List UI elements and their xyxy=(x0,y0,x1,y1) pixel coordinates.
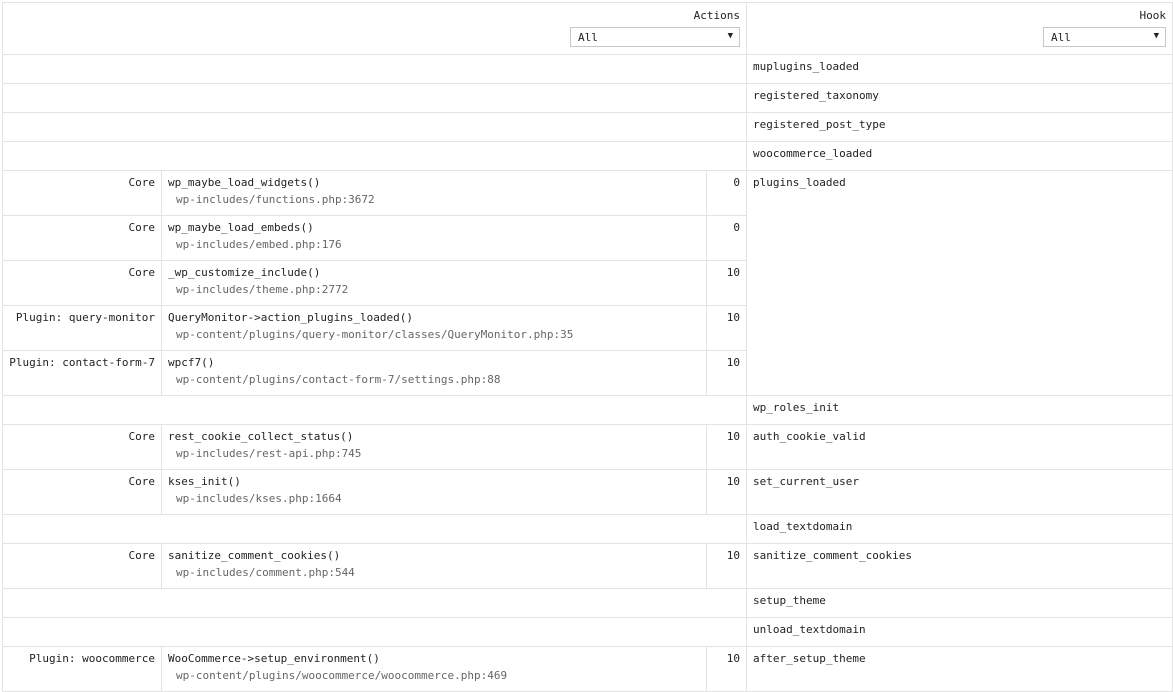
table-row: unload_textdomain xyxy=(1,617,1173,647)
callback-file-link[interactable]: wp-content/plugins/woocommerce/woocommer… xyxy=(168,669,706,682)
callback-file-link[interactable]: wp-content/plugins/contact-form-7/settin… xyxy=(168,373,706,386)
table-row: setup_theme xyxy=(1,588,1173,618)
callback-file-link[interactable]: wp-includes/comment.php:544 xyxy=(168,566,706,579)
table-row: muplugins_loaded xyxy=(1,54,1173,84)
hook-name: sanitize_comment_cookies xyxy=(746,543,1173,589)
callback-cell: QueryMonitor->action_plugins_loaded() wp… xyxy=(161,305,707,351)
callback-name: wp_maybe_load_widgets() xyxy=(168,176,321,189)
hook-name: wp_roles_init xyxy=(746,395,1173,425)
priority-value: 10 xyxy=(705,646,748,692)
callback-name: kses_init() xyxy=(168,475,241,488)
table-row: Core wp_maybe_load_widgets() wp-includes… xyxy=(2,170,1173,396)
component-label: Plugin: woocommerce xyxy=(2,646,162,692)
hook-name: woocommerce_loaded xyxy=(746,141,1173,171)
component-label: Core xyxy=(2,543,162,589)
priority-value: 0 xyxy=(705,215,748,261)
component-label: Core xyxy=(2,260,162,306)
actions-filter-value: All xyxy=(578,31,598,44)
callback-name: wpcf7() xyxy=(168,356,215,369)
hook-name: unload_textdomain xyxy=(746,617,1173,647)
table-row: woocommerce_loaded xyxy=(1,141,1173,171)
component-label: Plugin: contact-form-7 xyxy=(2,350,162,396)
callback-file-link[interactable]: wp-content/plugins/query-monitor/classes… xyxy=(168,328,706,341)
priority-value: 10 xyxy=(705,260,748,306)
hook-name: plugins_loaded xyxy=(746,170,1173,396)
component-label: Core xyxy=(2,424,162,470)
actions-header-label: Actions xyxy=(693,9,741,22)
hooks-table: Actions All ▼ Hook All ▼ muplugins_loade… xyxy=(1,2,1173,692)
callback-name: wp_maybe_load_embeds() xyxy=(168,221,314,234)
priority-value: 10 xyxy=(705,543,748,589)
callback-cell: rest_cookie_collect_status() wp-includes… xyxy=(161,424,707,470)
hook-name: auth_cookie_valid xyxy=(746,424,1173,470)
table-row: wp_roles_init xyxy=(1,395,1173,425)
callback-file-link[interactable]: wp-includes/kses.php:1664 xyxy=(168,492,706,505)
priority-value: 10 xyxy=(705,469,748,515)
component-label: Core xyxy=(2,215,162,261)
hook-name: after_setup_theme xyxy=(746,646,1173,692)
actions-filter-select[interactable]: All ▼ xyxy=(570,27,741,47)
callback-cell: _wp_customize_include() wp-includes/them… xyxy=(161,260,707,306)
callback-name: QueryMonitor->action_plugins_loaded() xyxy=(168,311,414,324)
hook-name: registered_taxonomy xyxy=(746,83,1173,113)
callback-cell: kses_init() wp-includes/kses.php:1664 xyxy=(161,469,707,515)
hook-name: load_textdomain xyxy=(746,514,1173,544)
callback-name: _wp_customize_include() xyxy=(168,266,321,279)
callback-file-link[interactable]: wp-includes/rest-api.php:745 xyxy=(168,447,706,460)
component-label: Core xyxy=(2,170,162,216)
hook-name: registered_post_type xyxy=(746,112,1173,142)
callback-cell: wp_maybe_load_widgets() wp-includes/func… xyxy=(161,170,707,216)
chevron-down-icon: ▼ xyxy=(1153,31,1160,41)
table-row: Core sanitize_comment_cookies() wp-inclu… xyxy=(2,543,1173,589)
priority-value: 10 xyxy=(705,424,748,470)
callback-file-link[interactable]: wp-includes/embed.php:176 xyxy=(168,238,706,251)
callback-name: sanitize_comment_cookies() xyxy=(168,549,341,562)
hook-filter-value: All xyxy=(1051,31,1071,44)
callback-name: WooCommerce->setup_environment() xyxy=(168,652,380,665)
component-label: Core xyxy=(2,469,162,515)
chevron-down-icon: ▼ xyxy=(727,31,734,41)
table-row: Core rest_cookie_collect_status() wp-inc… xyxy=(2,424,1173,470)
callback-cell: WooCommerce->setup_environment() wp-cont… xyxy=(161,646,707,692)
hook-header-label: Hook xyxy=(1139,9,1167,22)
hook-column-header: Hook All ▼ xyxy=(746,2,1173,55)
priority-value: 10 xyxy=(705,305,748,351)
component-label: Plugin: query-monitor xyxy=(2,305,162,351)
hook-name: muplugins_loaded xyxy=(746,54,1173,84)
table-row: Core kses_init() wp-includes/kses.php:16… xyxy=(2,469,1173,515)
hook-filter-select[interactable]: All ▼ xyxy=(1043,27,1167,47)
callback-file-link[interactable]: wp-includes/functions.php:3672 xyxy=(168,193,706,206)
table-row: Plugin: woocommerce WooCommerce->setup_e… xyxy=(2,646,1173,692)
callback-cell: wp_maybe_load_embeds() wp-includes/embed… xyxy=(161,215,707,261)
priority-value: 0 xyxy=(705,170,748,216)
callback-name: rest_cookie_collect_status() xyxy=(168,430,354,443)
hook-name: setup_theme xyxy=(746,588,1173,618)
table-row: registered_post_type xyxy=(1,112,1173,142)
callback-file-link[interactable]: wp-includes/theme.php:2772 xyxy=(168,283,706,296)
hook-name: set_current_user xyxy=(746,469,1173,515)
callback-cell: sanitize_comment_cookies() wp-includes/c… xyxy=(161,543,707,589)
table-row: load_textdomain xyxy=(1,514,1173,544)
table-row: registered_taxonomy xyxy=(1,83,1173,113)
priority-value: 10 xyxy=(705,350,748,396)
callback-cell: wpcf7() wp-content/plugins/contact-form-… xyxy=(161,350,707,396)
actions-column-header: Actions All ▼ xyxy=(1,2,748,55)
